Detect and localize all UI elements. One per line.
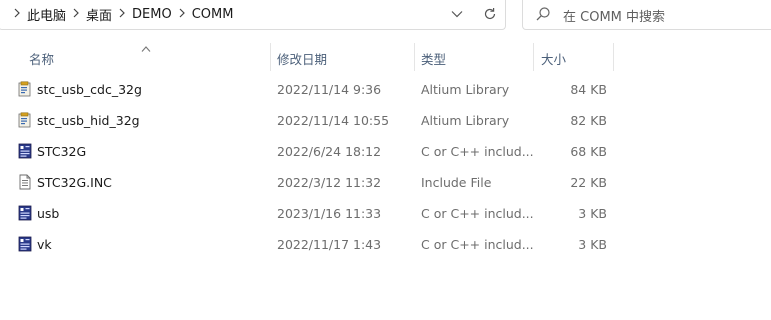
file-row[interactable]: STC32G 2022/6/24 18:12 C or C++ includ..… xyxy=(0,136,771,167)
refresh-icon xyxy=(484,8,496,20)
file-date: 2022/11/14 9:36 xyxy=(277,82,382,97)
file-explorer: 此电脑 桌面 DEMO COMM 在 COMM 中搜索 名称 修改日期 类型 大… xyxy=(0,0,771,320)
file-name: STC32G.INC xyxy=(37,175,112,190)
history-dropdown-button[interactable] xyxy=(444,2,470,26)
file-size: 3 KB xyxy=(578,237,607,252)
file-size: 82 KB xyxy=(570,113,607,128)
breadcrumb: 此电脑 桌面 DEMO COMM xyxy=(7,0,233,29)
file-date: 2022/3/12 11:32 xyxy=(277,175,382,190)
library-file-icon xyxy=(17,112,33,128)
breadcrumb-item-this-pc[interactable]: 此电脑 xyxy=(27,5,66,24)
file-row[interactable]: stc_usb_hid_32g 2022/11/14 10:55 Altium … xyxy=(0,105,771,136)
file-date: 2022/6/24 18:12 xyxy=(277,144,382,159)
refresh-button[interactable] xyxy=(477,2,503,26)
column-header-type[interactable]: 类型 xyxy=(421,49,446,68)
file-name: stc_usb_cdc_32g xyxy=(37,82,142,97)
file-list: stc_usb_cdc_32g 2022/11/14 9:36 Altium L… xyxy=(0,74,771,260)
file-size: 84 KB xyxy=(570,82,607,97)
c-header-file-icon xyxy=(17,205,33,221)
file-size: 3 KB xyxy=(578,206,607,221)
file-size: 22 KB xyxy=(570,175,607,190)
file-size: 68 KB xyxy=(570,144,607,159)
column-header: 名称 修改日期 类型 大小 xyxy=(0,40,771,72)
file-date: 2023/1/16 11:33 xyxy=(277,206,382,221)
file-name: usb xyxy=(37,206,60,221)
file-name: stc_usb_hid_32g xyxy=(37,113,140,128)
file-type: Altium Library xyxy=(421,113,510,128)
file-type: C or C++ includ... xyxy=(421,206,534,221)
column-header-date[interactable]: 修改日期 xyxy=(277,49,327,68)
chevron-down-icon xyxy=(451,11,463,18)
breadcrumb-item-comm[interactable]: COMM xyxy=(192,7,234,22)
chevron-right-icon[interactable] xyxy=(172,8,192,21)
search-box[interactable]: 在 COMM 中搜索 xyxy=(522,0,771,30)
file-date: 2022/11/14 10:55 xyxy=(277,113,390,128)
c-header-file-icon xyxy=(17,236,33,252)
file-row[interactable]: STC32G.INC 2022/3/12 11:32 Include File … xyxy=(0,167,771,198)
text-file-icon xyxy=(17,174,33,190)
column-divider[interactable] xyxy=(270,43,271,71)
chevron-right-icon[interactable] xyxy=(112,8,132,21)
chevron-right-icon[interactable] xyxy=(66,8,86,21)
column-header-name[interactable]: 名称 xyxy=(29,49,54,68)
file-date: 2022/11/17 1:43 xyxy=(277,237,382,252)
file-type: Include File xyxy=(421,175,492,190)
breadcrumb-item-desktop[interactable]: 桌面 xyxy=(86,5,112,24)
search-icon xyxy=(535,6,551,26)
file-row[interactable]: stc_usb_cdc_32g 2022/11/14 9:36 Altium L… xyxy=(0,74,771,105)
breadcrumb-item-demo[interactable]: DEMO xyxy=(132,7,172,22)
address-bar[interactable]: 此电脑 桌面 DEMO COMM xyxy=(0,0,506,30)
file-name: vk xyxy=(37,237,52,252)
file-type: C or C++ includ... xyxy=(421,144,534,159)
file-row[interactable]: vk 2022/11/17 1:43 C or C++ includ... 3 … xyxy=(0,229,771,260)
column-header-size[interactable]: 大小 xyxy=(541,49,566,68)
c-header-file-icon xyxy=(17,143,33,159)
column-divider[interactable] xyxy=(533,43,534,71)
chevron-right-icon[interactable] xyxy=(7,8,27,21)
file-type: Altium Library xyxy=(421,82,510,97)
column-divider[interactable] xyxy=(414,43,415,71)
file-row[interactable]: usb 2023/1/16 11:33 C or C++ includ... 3… xyxy=(0,198,771,229)
search-input[interactable]: 在 COMM 中搜索 xyxy=(563,6,665,25)
file-type: C or C++ includ... xyxy=(421,237,534,252)
column-divider[interactable] xyxy=(613,43,614,71)
library-file-icon xyxy=(17,81,33,97)
file-name: STC32G xyxy=(37,144,87,159)
